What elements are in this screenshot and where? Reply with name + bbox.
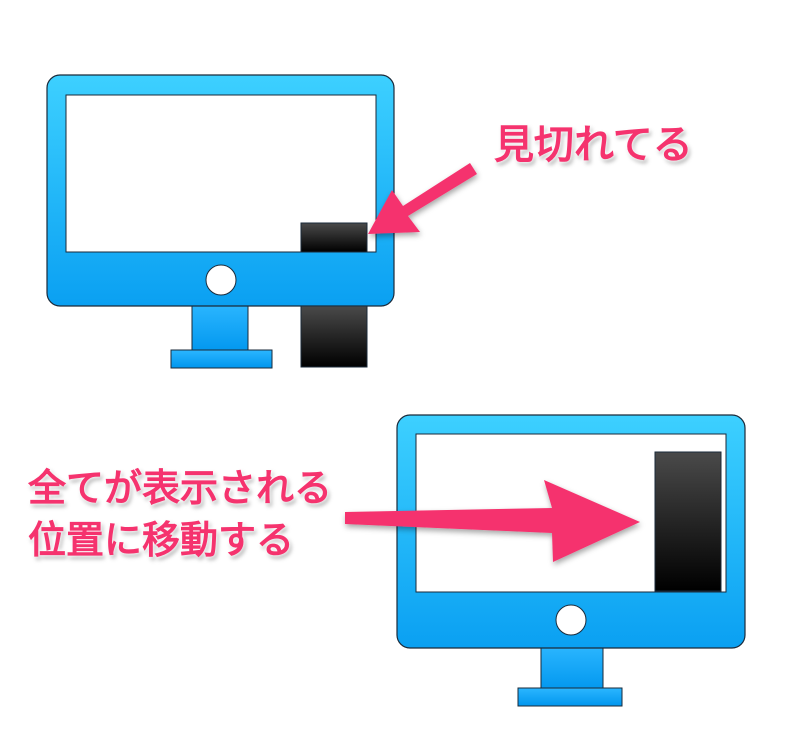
monitor-stand-neck [191, 303, 249, 355]
monitor-bottom [396, 414, 746, 707]
cut-off-label: 見切れてる [494, 122, 693, 168]
moved-label-line-2: 位置に移動する [28, 518, 295, 562]
power-button-icon [555, 604, 587, 636]
monitor-stand-base [170, 349, 273, 369]
moved-label-line-1: 全てが表示される [28, 466, 333, 510]
cut-off-window-visible [300, 222, 368, 253]
monitor-top [46, 74, 395, 369]
power-button-icon [205, 264, 237, 296]
moved-window [654, 451, 722, 592]
cut-off-window-hidden [300, 305, 368, 368]
monitor-stand-base [517, 687, 623, 707]
monitor-stand-neck [540, 645, 604, 693]
moved-label: 全てが表示される 位置に移動する [28, 462, 332, 566]
illustration-canvas [46, 74, 746, 707]
